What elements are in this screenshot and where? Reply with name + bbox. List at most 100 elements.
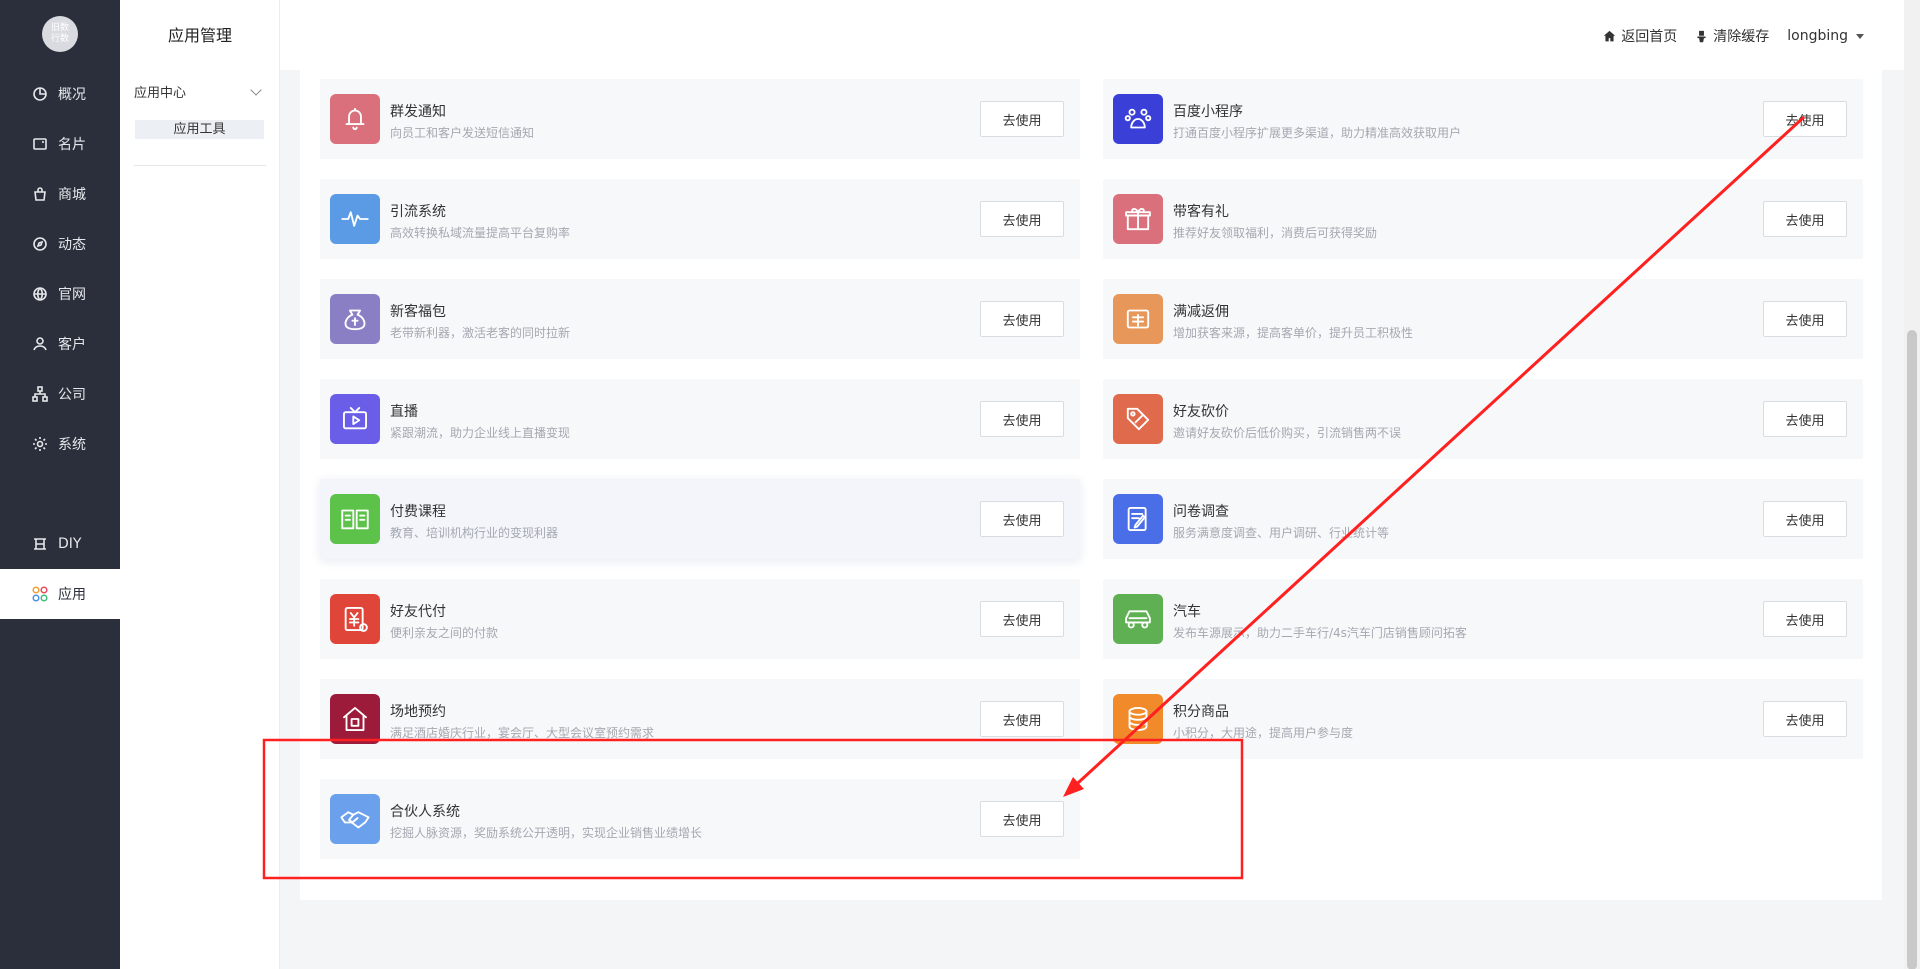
home-link-label: 返回首页 [1621,29,1678,45]
divider [134,165,266,166]
nav-item-label: 官网 [58,287,86,303]
bell-icon [345,107,365,131]
app-card: 汽车 发布车源展示，助力二手车行/4s汽车门店销售顾问拓客 去使用 [1103,579,1863,659]
app-title: 场地预约 [390,704,446,720]
pie-chart-icon [33,87,47,101]
nav-item-app[interactable]: 应用 [0,569,120,619]
app-title: 带客有礼 [1173,204,1229,220]
app-card: 带客有礼 推荐好友领取福利，消费后可获得奖励 去使用 [1103,179,1863,259]
nav-item-label: 系统 [58,437,86,453]
app-card: 好友代付 便利亲友之间的付款 去使用 [320,579,1080,659]
diy-icon [34,538,46,550]
nav-item-label: 应用 [58,587,86,603]
caret-down-icon [1856,33,1864,39]
use-app-button[interactable]: 去使用 [1763,701,1847,737]
venue-icon [343,707,367,731]
use-app-button[interactable]: 去使用 [980,301,1064,337]
main-nav: 旧数 行数 概况名片商城动态官网客户公司系统 DIY 应用 [0,0,120,969]
nav-item-label: 客户 [58,337,86,353]
use-app-button[interactable]: 去使用 [1763,201,1847,237]
use-app-button[interactable]: 去使用 [1763,101,1847,137]
app-list-panel: 群发通知 向员工和客户发送短信通知 去使用 百度小程序 打通百度小程序扩展更多渠道，助力… [300,70,1882,900]
nav-item-diy[interactable]: DIY [0,519,120,569]
nav-item-5[interactable]: 客户 [0,319,120,369]
app-icon-tile [1113,494,1163,544]
top-header: 返回首页 清除缓存 longbing [280,0,1904,70]
app-description: 服务满意度调查、用户调研、行业统计等 [1173,526,1390,540]
sidebar-group-app-center[interactable]: 应用中心 [134,82,266,101]
app-icon-tile [330,594,380,644]
use-app-button[interactable]: 去使用 [1763,401,1847,437]
app-title: 百度小程序 [1173,104,1243,120]
home-link[interactable]: 返回首页 [1603,26,1677,46]
app-description: 老带新利器，激活老客的同时拉新 [390,326,571,340]
app-icon-tile [330,394,380,444]
app-card: 引流系统高效转换私域流量提高平台复购率 去使用 [320,179,1080,259]
sub-sidebar: 应用管理 应用中心 应用工具 [120,0,280,969]
nav-item-7[interactable]: 系统 [0,419,120,469]
nav-item-6[interactable]: 公司 [0,369,120,419]
app-icon-tile [330,694,380,744]
nav-item-3[interactable]: 动态 [0,219,120,269]
gift-icon [1125,208,1151,231]
app-description: 教育、培训机构行业的变现利器 [390,526,559,540]
scrollbar-thumb[interactable] [1907,330,1917,969]
use-app-button[interactable]: 去使用 [980,601,1064,637]
app-description: 小积分，大用途，提高用户参与度 [1173,726,1354,740]
use-app-button[interactable]: 去使用 [980,101,1064,137]
clear-cache-label: 清除缓存 [1713,29,1770,45]
app-card: 好友砍价邀请好友砍价后低价购买，引流销售两不误 去使用 [1103,379,1863,459]
use-app-button[interactable]: 去使用 [980,801,1064,837]
user-menu[interactable]: longbing [1787,28,1864,44]
nav-item-0[interactable]: 概况 [0,69,120,119]
app-description: 增加获客来源，提高客单价，提升员工积极性 [1173,326,1414,340]
book-icon [341,509,369,530]
app-title: 满减返佣 [1173,304,1229,320]
use-app-button[interactable]: 去使用 [1763,501,1847,537]
shop-bag-icon [34,187,46,201]
app-icon-tile [330,194,380,244]
app-title: 新客福包 [390,304,446,320]
logo: 旧数 行数 [42,16,78,52]
app-description: 邀请好友砍价后低价购买，引流销售两不误 [1173,426,1402,440]
app-title: 付费课程 [390,504,446,520]
app-card: 百度小程序打通百度小程序扩展更多渠道，助力精准高效获取用户 去使用 [1103,79,1863,159]
nav-item-2[interactable]: 商城 [0,169,120,219]
sidebar-item-app-tools[interactable]: 应用工具 [135,120,264,139]
app-description: 高效转换私域流量提高平台复购率 [390,226,571,240]
app-card: 群发通知 向员工和客户发送短信通知 去使用 [320,79,1080,159]
nav-item-1[interactable]: 名片 [0,119,120,169]
use-app-button[interactable]: 去使用 [1763,601,1847,637]
nav-item-label: 商城 [58,187,86,203]
app-icon-tile [1113,294,1163,344]
app-card: 付费课程教育、培训机构行业的变现利器 去使用 [320,479,1080,559]
gear-icon [33,437,47,451]
app-description: 挖掘人脉资源，奖励系统公开透明，实现企业销售业绩增长 [390,826,703,840]
money-bag-icon [344,309,366,331]
use-app-button[interactable]: 去使用 [980,401,1064,437]
clear-cache-link[interactable]: 清除缓存 [1695,26,1769,46]
use-app-button[interactable]: 去使用 [980,201,1064,237]
use-app-button[interactable]: 去使用 [980,501,1064,537]
broom-icon [1697,30,1706,42]
app-description: 打通百度小程序扩展更多渠道，助力精准高效获取用户 [1173,126,1462,140]
nav-item-label: DIY [58,536,82,552]
sidebar-title: 应用管理 [167,26,232,45]
app-title: 合伙人系统 [390,804,460,820]
app-title: 引流系统 [390,204,446,220]
nav-item-label: 概况 [58,87,86,103]
compass-icon [33,237,47,251]
app-title: 好友砍价 [1173,404,1229,420]
nav-item-4[interactable]: 官网 [0,269,120,319]
app-title: 好友代付 [390,604,446,620]
app-icon-tile [330,94,380,144]
coupon-icon [1126,309,1150,329]
app-icon-tile [1113,94,1163,144]
use-app-button[interactable]: 去使用 [980,701,1064,737]
use-app-button[interactable]: 去使用 [1763,301,1847,337]
baidu-paw-icon [1124,108,1152,129]
app-description: 发布车源展示，助力二手车行/4s汽车门店销售顾问拓客 [1173,626,1467,640]
sidebar-group-label: 应用中心 [134,86,187,101]
scrollbar[interactable] [1904,0,1920,969]
app-card: 直播 紧跟潮流，助力企业线上直播变现 去使用 [320,379,1080,459]
